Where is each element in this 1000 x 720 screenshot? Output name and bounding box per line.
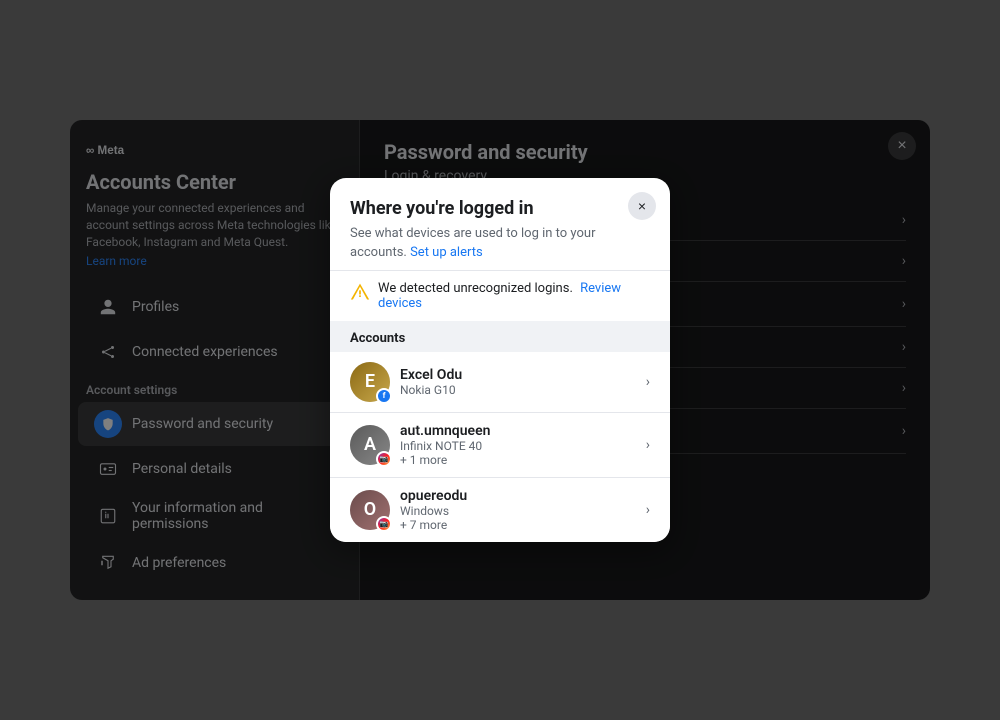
- excel-avatar: E f: [350, 362, 390, 402]
- setup-alerts-link[interactable]: Set up alerts: [410, 245, 483, 260]
- main-window: × ∞ Meta Accounts Center Manage your con…: [70, 120, 930, 600]
- modal-header: Where you're logged in See what devices …: [330, 178, 670, 269]
- warning-icon: [350, 282, 370, 302]
- aut-ig-badge: 📷: [376, 451, 392, 467]
- aut-device: Infinix NOTE 40: [400, 439, 636, 453]
- modal-close-button[interactable]: ×: [628, 192, 656, 220]
- aut-chevron-icon: ›: [646, 437, 650, 453]
- opuer-avatar: O 📷: [350, 490, 390, 530]
- excel-chevron-icon: ›: [646, 374, 650, 390]
- opuer-name: opuereodu: [400, 488, 636, 504]
- aut-name: aut.umnqueen: [400, 423, 636, 439]
- excel-fb-badge: f: [376, 388, 392, 404]
- aut-more: + 1 more: [400, 453, 636, 467]
- opuer-device: Windows: [400, 504, 636, 518]
- account-item-excel[interactable]: E f Excel Odu Nokia G10 ›: [330, 352, 670, 413]
- aut-info: aut.umnqueen Infinix NOTE 40 + 1 more: [400, 423, 636, 467]
- account-item-opuer[interactable]: O 📷 opuereodu Windows + 7 more ›: [330, 478, 670, 542]
- warning-text: We detected unrecognized logins. Review …: [378, 281, 650, 311]
- modal-dialog: Where you're logged in See what devices …: [330, 178, 670, 541]
- account-item-aut[interactable]: A 📷 aut.umnqueen Infinix NOTE 40 + 1 mor…: [330, 413, 670, 478]
- opuer-more: + 7 more: [400, 518, 636, 532]
- excel-device: Nokia G10: [400, 383, 636, 397]
- opuer-chevron-icon: ›: [646, 502, 650, 518]
- excel-name: Excel Odu: [400, 367, 636, 383]
- modal-overlay: Where you're logged in See what devices …: [70, 120, 930, 600]
- modal-title: Where you're logged in: [350, 198, 650, 219]
- accounts-section-label: Accounts: [330, 321, 670, 352]
- opuer-ig-badge: 📷: [376, 516, 392, 532]
- opuer-info: opuereodu Windows + 7 more: [400, 488, 636, 532]
- excel-info: Excel Odu Nokia G10: [400, 367, 636, 397]
- aut-avatar: A 📷: [350, 425, 390, 465]
- modal-subtitle: See what devices are used to log in to y…: [350, 225, 650, 261]
- modal-warning: We detected unrecognized logins. Review …: [330, 270, 670, 321]
